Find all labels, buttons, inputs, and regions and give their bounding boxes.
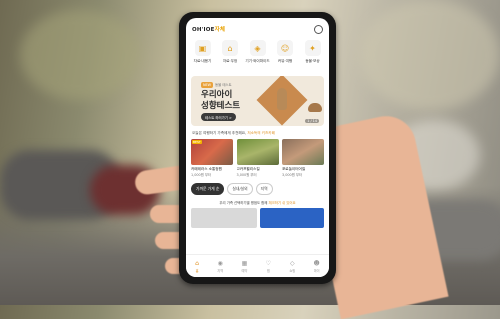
place-card[interactable]: 고카프윌리스킬 3,000원 부터 [236,139,279,177]
place-photo: BEST [191,139,233,165]
search-icon[interactable] [314,24,323,34]
bag-icon: ◇ [289,259,295,267]
bottom-tab-bar: ⌂ 홈 ◉ 지역 ▦ 예약 ♡ 찜 ◇ 쇼핑 ☻ 마이 [186,254,329,277]
app-logo[interactable]: OH'IOE자체 [192,25,225,33]
home-icon: ⌂ [195,259,199,267]
router-icon: ◈ [249,40,266,56]
pin-icon: ◉ [217,259,223,267]
person-icon: ☻ [313,259,320,267]
chip-region[interactable]: 지역 [255,183,273,195]
banner-pager: 1 / 14 [305,119,319,123]
category-menu: ▣ 자료·내용기 ⌂ 자료·우정 ◈ 기기·와이파이드 ☺ 커뮤·여행 ✦ 동물·보상 [186,40,329,76]
banner-subtitle: 동물 테스트 [215,83,232,87]
meerkat-illustration [308,103,322,112]
category-item[interactable]: ▣ 자료·내용기 [191,40,214,76]
background-bokeh [20,10,140,100]
promo-banner[interactable]: NEW 동물 테스트 우리아이 성향테스트 테스트 하러가기 > 1 / 14 [191,76,324,126]
preview-card[interactable] [260,208,324,228]
banner-title: 성향테스트 [201,101,241,111]
chip-indoor-outdoor[interactable]: 실내/실외 [227,183,253,195]
tab-shopping[interactable]: ◇ 쇼핑 [289,260,295,273]
best-badge: BEST [192,140,202,144]
app-screen: OH'IOE자체 ▣ 자료·내용기 ⌂ 자료·우정 ◈ 기기·와이파이드 ☺ 커뮤·여행… [186,18,329,277]
tab-my[interactable]: ☻ 마이 [314,260,320,273]
category-item[interactable]: ✦ 동물·보상 [301,40,324,76]
category-item[interactable]: ⌂ 자료·우정 [219,40,242,76]
tab-booking[interactable]: ▦ 예약 [241,260,247,273]
place-card[interactable]: 포로놀이터어질 3,000원 부터 [282,139,324,177]
tab-region[interactable]: ◉ 지역 [217,260,223,273]
heart-icon: ♡ [265,259,272,267]
preview-row [186,207,329,229]
preview-card[interactable] [191,208,258,228]
category-item[interactable]: ◈ 기기·와이파이드 [245,40,270,76]
background-bokeh [360,0,500,110]
smartphone: OH'IOE자체 ▣ 자료·내용기 ⌂ 자료·우정 ◈ 기기·와이파이드 ☺ 커뮤·여행… [179,12,336,284]
app-header: OH'IOE자체 [186,18,329,40]
tab-favorites[interactable]: ♡ 찜 [266,260,271,273]
section-title: 우리 가족 선택하기별 평점도 함께 체크하기 쉬 있어요 [219,201,296,205]
chip-nearest[interactable]: 가까운 가게 순 [191,183,225,195]
place-photo [282,139,324,165]
gift-icon: ✦ [304,40,321,56]
category-item[interactable]: ☺ 커뮤·여행 [274,40,297,76]
house-icon: ⌂ [222,40,238,56]
box-icon: ▣ [194,40,211,56]
meerkat-illustration [277,88,287,110]
filter-chips: 가까운 가게 순 실내/실외 지역 [186,177,329,198]
place-photo [236,139,279,165]
tab-home[interactable]: ⌂ 홈 [195,260,199,273]
section-title: 오늘은 여행하기 가족에게 추천해요, 저소득의 키즈카페 [192,131,275,135]
calendar-icon: ▦ [241,259,248,267]
place-card[interactable]: BEST 카페테라스 소통정원 1,000원 부터 [191,139,233,177]
place-cards: BEST 카페테라스 소통정원 1,000원 부터 고카프윌리스킬 3,000원… [186,139,329,177]
people-icon: ☺ [277,40,293,56]
banner-button[interactable]: 테스트 하러가기 > [201,113,236,121]
